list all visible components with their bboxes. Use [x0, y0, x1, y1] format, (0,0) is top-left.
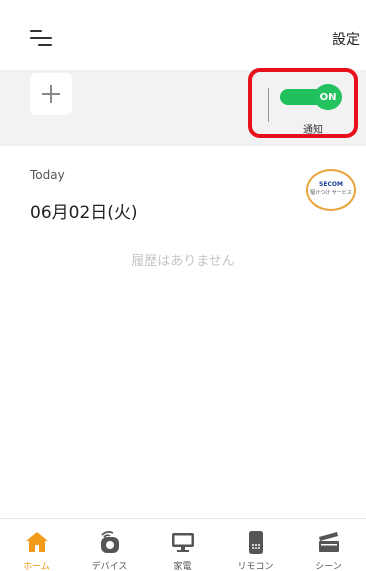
nav-label: デバイス [91, 562, 128, 571]
toggle-knob: ON [314, 84, 342, 110]
notification-toggle[interactable]: ON [280, 84, 346, 110]
secom-logo: SECOM [319, 181, 343, 188]
bottom-nav: ホーム デバイス 家電 リモコン シーン [0, 518, 366, 571]
nav-label: 家電 [173, 562, 192, 571]
device-icon [100, 531, 119, 553]
add-button[interactable] [30, 73, 72, 115]
remote-icon [248, 531, 263, 554]
nav-item-device[interactable]: デバイス [73, 519, 146, 571]
nav-item-appliance[interactable]: 家電 [146, 519, 219, 571]
settings-button[interactable]: 設定 [332, 29, 360, 49]
nav-label: リモコン [237, 562, 274, 571]
app-screen: 設定 ON 通知 Today 06月02日(火) SECOM 駆けつけ サービス… [0, 0, 366, 571]
header: 設定 [0, 0, 366, 70]
nav-item-scene[interactable]: シーン [292, 519, 365, 571]
home-icon [25, 532, 48, 552]
nav-item-remote[interactable]: リモコン [219, 519, 292, 571]
clapper-icon [318, 532, 339, 552]
today-label: Today [30, 168, 65, 182]
divider [268, 88, 269, 122]
menu-icon[interactable] [30, 30, 52, 46]
date-label: 06月02日(火) [30, 203, 138, 223]
nav-label: シーン [315, 562, 342, 571]
toggle-state-label: ON [319, 91, 337, 103]
secom-badge[interactable]: SECOM 駆けつけ サービス [306, 169, 356, 211]
empty-history-message: 履歴はありません [131, 254, 235, 269]
notification-label: 通知 [303, 125, 323, 136]
monitor-icon [171, 533, 194, 552]
nav-item-home[interactable]: ホーム [0, 519, 73, 571]
badge-subtext: 駆けつけ サービス [310, 190, 352, 196]
nav-label: ホーム [23, 562, 50, 571]
